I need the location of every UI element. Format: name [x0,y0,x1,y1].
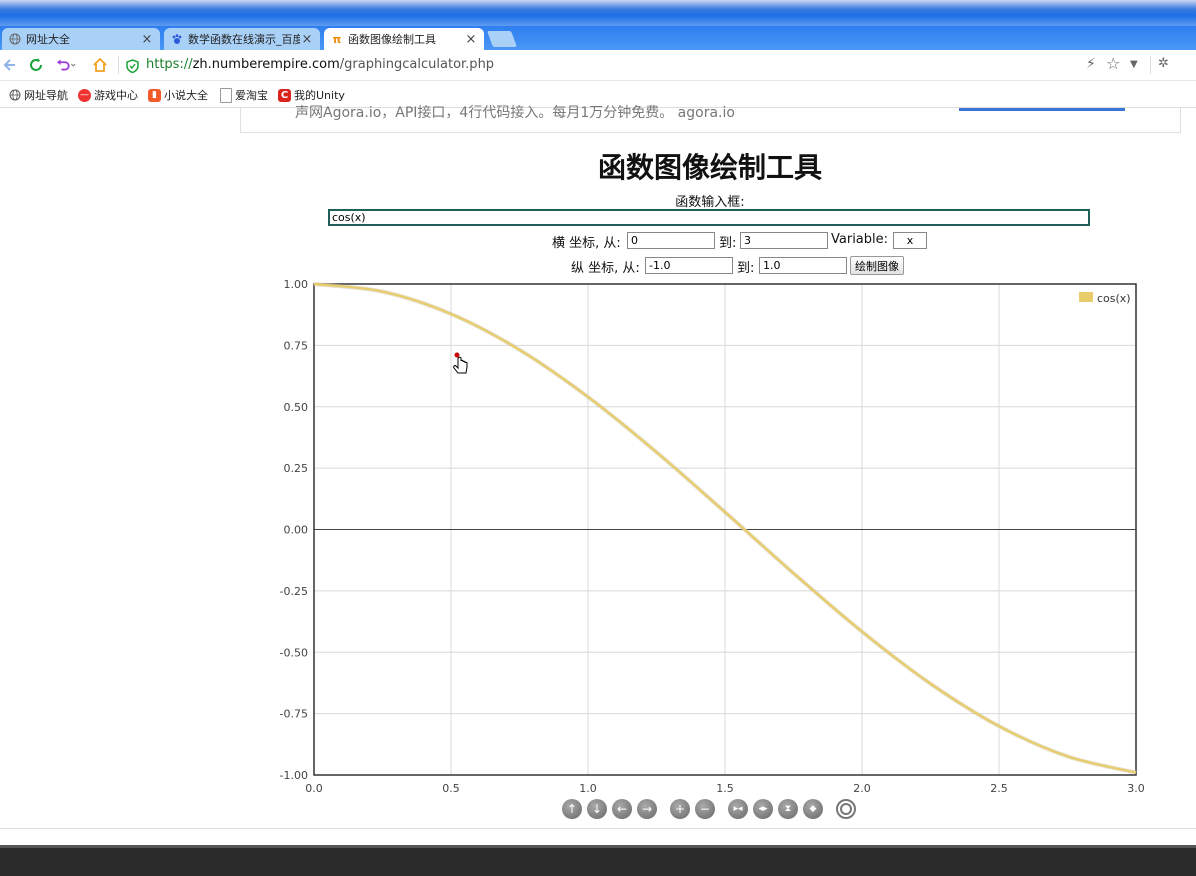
y-tick-label: -0.25 [280,585,308,598]
secure-shield-icon [126,58,139,77]
y-tick-label: 0.75 [284,339,309,352]
y-tick-label: 0.00 [284,524,309,537]
bookmark-label: 爱淘宝 [235,89,268,102]
variable-input[interactable] [893,232,927,249]
y-tick-label: 0.50 [284,401,309,414]
page-title: 函数图像绘制工具 [597,151,822,184]
url-field[interactable]: https://zh.numberempire.com/graphingcalc… [146,57,494,72]
x-tick-label: 1.5 [716,782,734,795]
divider [1150,56,1151,74]
undo-close-icon[interactable] [56,55,76,75]
legend-swatch [1079,292,1093,302]
tab-close-icon[interactable]: × [140,32,154,47]
tab-0[interactable]: 网址大全 × [2,28,160,50]
y-tick-label: -1.00 [280,769,308,782]
y-to-input[interactable] [759,257,847,274]
reset-icon[interactable] [836,799,856,819]
legend-label: cos(x) [1097,292,1131,305]
back-icon[interactable] [0,55,20,75]
y-tick-label: -0.75 [280,708,308,721]
left-arrow-icon[interactable]: ← [612,799,632,819]
tab-label: 函数图像绘制工具 [348,33,436,46]
new-tab-button[interactable] [487,31,517,47]
unity-c-icon: C [278,88,291,102]
bookmark-item[interactable]: — 游戏中心 [78,87,138,103]
y-tick-label: -0.50 [280,646,308,659]
y-tick-label: 1.00 [284,278,309,291]
tab-label: 网址大全 [26,33,70,46]
ad-button-edge [959,108,1125,111]
url-scheme: https:// [146,57,193,72]
shrink-vertical-icon[interactable]: ⧗ [778,799,798,819]
x-from-input[interactable] [627,232,715,249]
page-divider [0,828,1196,829]
bookmark-item[interactable]: 网址导航 [8,87,68,103]
url-host: zh.numberempire.com [192,57,340,72]
bookmark-label: 游戏中心 [94,89,138,102]
ad-banner[interactable]: 声网Agora.io，API接口，4行代码接入。每月1万分钟免费。 agora.… [240,105,1181,133]
variable-label: Variable: [831,232,889,247]
x-tick-label: 1.0 [579,782,597,795]
x-tick-label: 0.0 [305,782,323,795]
expand-horizontal-icon[interactable]: ◂▸ [753,799,773,819]
bookmark-label: 网址导航 [24,89,68,102]
tab-1[interactable]: 数学函数在线演示_百度 × [164,28,320,50]
bookmark-item[interactable]: ▮ 小说大全 [148,87,208,103]
baidu-paw-icon [170,32,184,46]
function-input[interactable] [328,209,1090,226]
y-from-input[interactable] [645,257,733,274]
x-to-input[interactable] [740,232,828,249]
right-arrow-icon[interactable]: → [637,799,657,819]
zoom-out-icon[interactable]: − [695,799,715,819]
tab-label: 数学函数在线演示_百度 [188,33,300,46]
y-tick-label: 0.25 [284,462,309,475]
x-tick-label: 2.5 [990,782,1008,795]
home-icon[interactable] [90,55,110,75]
tab-bar: 网址大全 × 数学函数在线演示_百度 × π 函数图像绘制工具 × [0,26,1196,50]
url-path: /graphingcalculator.php [339,57,495,72]
x-to-label: 到: [719,236,737,251]
divider [118,56,119,74]
up-arrow-icon[interactable]: ↑ [562,799,582,819]
ad-text: 声网Agora.io，API接口，4行代码接入。每月1万分钟免费。 agora.… [295,105,735,121]
tab-2[interactable]: π 函数图像绘制工具 × [324,28,484,50]
zoom-in-icon[interactable]: + [670,799,690,819]
star-icon[interactable]: ☆ [1106,54,1120,73]
expand-vertical-icon[interactable]: ◆ [803,799,823,819]
x-tick-label: 0.5 [442,782,460,795]
bookmark-item[interactable]: 爱淘宝 [220,87,268,103]
game-icon: — [78,88,91,102]
draw-graph-button[interactable]: 绘制图像 [850,256,904,275]
function-label: 函数输入框: [675,195,745,210]
extension-icon[interactable]: ✲ [1158,56,1169,71]
os-title-strip [0,0,1196,26]
page-icon [220,87,232,103]
down-arrow-icon[interactable]: ↓ [587,799,607,819]
shrink-horizontal-icon[interactable]: ▸◂ [728,799,748,819]
y-range-label: 纵 坐标, 从: [571,261,640,276]
reload-icon[interactable] [26,55,46,75]
function-plot[interactable]: 0.0 0.5 1.0 1.5 2.0 2.5 3.0 1.00 0.75 0.50 0.25 0.0… [280,276,1150,796]
chevron-down-icon[interactable]: ▼ [1130,59,1138,70]
bookmark-label: 小说大全 [164,89,208,102]
bookmark-label: 我的Unity [294,89,345,102]
globe-icon [8,89,21,102]
bookmark-item[interactable]: C 我的Unity [278,87,345,103]
y-to-label: 到: [737,261,755,276]
x-tick-label: 3.0 [1127,782,1145,795]
lightning-icon[interactable]: ⚡ [1086,56,1096,72]
globe-icon [8,32,22,46]
taskbar [0,845,1196,876]
novel-icon: ▮ [148,88,161,102]
tab-close-icon[interactable]: × [464,32,478,47]
pi-icon: π [332,32,342,46]
address-bar: https://zh.numberempire.com/graphingcalc… [0,50,1196,81]
x-range-label: 横 坐标, 从: [552,236,621,251]
x-tick-label: 2.0 [853,782,871,795]
cursor-dot [454,352,460,358]
tab-close-icon[interactable]: × [300,32,314,47]
